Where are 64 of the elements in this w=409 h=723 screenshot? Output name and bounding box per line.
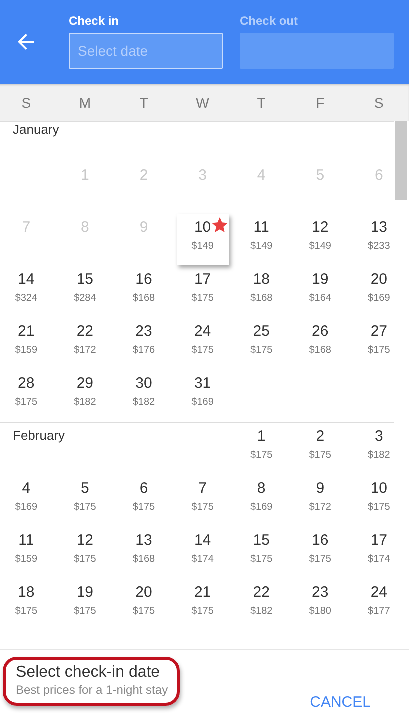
footer-title: Select check-in date [16, 664, 162, 682]
date-cell[interactable]: 29 $182 [70, 370, 100, 416]
date-cell[interactable]: 15 $284 [70, 266, 100, 312]
month-label: February [13, 428, 66, 444]
date-cell[interactable]: 25 $175 [246, 318, 277, 364]
date-cell[interactable]: 15 $175 [246, 527, 277, 573]
weekday-label: W [196, 94, 210, 110]
date-cell[interactable]: 21 $175 [188, 579, 218, 625]
date-cell[interactable]: 9 $172 [305, 475, 336, 521]
date-cell[interactable]: 18 $175 [11, 579, 42, 625]
date-cell[interactable]: 21 $159 [11, 318, 42, 364]
weekday-label: F [316, 94, 325, 110]
date-cell[interactable]: 11 $149 [246, 214, 277, 260]
star-icon [210, 216, 229, 234]
date-cell[interactable]: 10 $175 [364, 475, 394, 521]
date-cell[interactable]: 27 $175 [364, 318, 394, 364]
date-cell[interactable]: 23 $176 [128, 318, 159, 364]
date-cell[interactable]: 18 $168 [246, 266, 277, 312]
date-cell[interactable]: 26 $168 [305, 318, 336, 364]
date-cell[interactable]: 20 $169 [364, 266, 394, 312]
weekday-label: T [140, 94, 148, 110]
date-cell[interactable]: 22 $172 [70, 318, 100, 364]
date-cell[interactable]: 4 $169 [11, 475, 42, 521]
date-cell[interactable]: 31 $169 [188, 370, 218, 416]
date-cell[interactable]: 12 $149 [305, 214, 336, 260]
weekday-label: S [374, 94, 384, 110]
date-cell[interactable]: 17 $174 [364, 527, 394, 573]
date-cell[interactable]: 22 $182 [246, 579, 277, 625]
date-cell[interactable]: 14 $174 [188, 527, 218, 573]
date-cell[interactable]: 30 $182 [128, 370, 159, 416]
date-cell[interactable]: 6 $175 [128, 475, 159, 521]
date-cell[interactable]: 24 $177 [364, 579, 394, 625]
check-out-field[interactable] [240, 33, 394, 69]
date-cell[interactable]: 2 $175 [305, 423, 336, 469]
weekday-label: S [22, 94, 32, 110]
date-cell[interactable]: 24 $175 [188, 318, 218, 364]
date-cell[interactable]: 13 $168 [128, 527, 159, 573]
date-cell[interactable]: 8 $169 [246, 475, 277, 521]
date-cell[interactable]: 13 $233 [364, 214, 394, 260]
date-cell[interactable]: 16 $168 [128, 266, 159, 312]
date-cell[interactable]: 3 $182 [364, 423, 394, 469]
check-out-label: Check out [240, 14, 298, 28]
date-cell[interactable]: 11 $159 [11, 527, 42, 573]
footer-subtitle: Best prices for a 1-night stay [16, 682, 168, 698]
month-label: January [13, 122, 60, 138]
date-cell[interactable]: 17 $175 [188, 266, 218, 312]
date-cell[interactable]: 14 $324 [11, 266, 42, 312]
check-in-field[interactable]: Select date [69, 33, 223, 69]
date-cell[interactable]: 19 $175 [70, 579, 100, 625]
date-cell[interactable]: 7 $175 [188, 475, 218, 521]
weekday-label: T [257, 94, 266, 110]
date-cell[interactable]: 28 $175 [11, 370, 42, 416]
check-in-label: Check in [69, 14, 120, 28]
date-cell[interactable]: 10 $149 [176, 214, 229, 265]
date-cell[interactable]: 1 $175 [246, 423, 277, 469]
date-cell[interactable]: 5 $175 [70, 475, 100, 521]
date-cell[interactable]: 12 $175 [70, 527, 100, 573]
scrollbar-thumb[interactable] [395, 121, 407, 200]
cancel-button[interactable]: CANCEL [306, 692, 375, 713]
date-cell[interactable]: 23 $180 [305, 579, 336, 625]
weekday-label: M [79, 94, 92, 110]
date-cell[interactable]: 19 $164 [305, 266, 336, 312]
date-cell[interactable]: 16 $175 [305, 527, 336, 573]
date-cell[interactable]: 20 $175 [128, 579, 159, 625]
